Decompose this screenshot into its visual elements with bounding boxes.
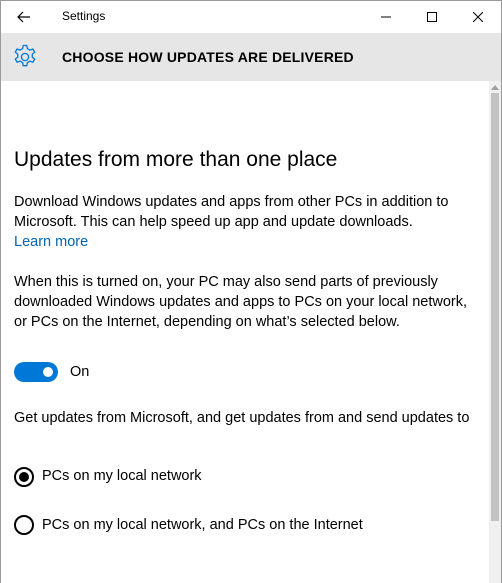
toggle-description: When this is turned on, your PC may also…: [14, 274, 467, 330]
page-title: CHOOSE HOW UPDATES ARE DELIVERED: [62, 49, 354, 65]
back-button[interactable]: [7, 3, 41, 31]
radio-local-network[interactable]: [14, 467, 34, 487]
scroll-thumb[interactable]: [491, 93, 499, 521]
content-pane: Updates from more than one place Downloa…: [1, 81, 489, 583]
toggle-state-label: On: [70, 364, 90, 380]
learn-more-link[interactable]: Learn more: [14, 234, 88, 250]
section-title: Updates from more than one place: [14, 148, 338, 171]
settings-window: Settings CHOOSE HOW UPDATES ARE DELIVERE…: [0, 0, 502, 583]
options-heading: Get updates from Microsoft, and get upda…: [14, 410, 470, 426]
radio-selected-dot: [19, 472, 29, 482]
minimize-button[interactable]: [363, 1, 409, 33]
radio-label-local-and-internet[interactable]: PCs on my local network, and PCs on the …: [42, 517, 363, 533]
back-arrow-icon: [17, 11, 30, 23]
scroll-up-button[interactable]: [489, 81, 501, 93]
close-button[interactable]: [455, 1, 501, 33]
window-title: Settings: [62, 9, 106, 23]
scroll-up-arrow-icon: [491, 84, 499, 90]
maximize-icon: [427, 12, 437, 22]
radio-local-and-internet[interactable]: [14, 515, 34, 535]
close-icon: [473, 12, 483, 22]
delivery-optimization-toggle[interactable]: [14, 362, 58, 382]
description-text: Download Windows updates and apps from o…: [14, 192, 474, 252]
minimize-icon: [381, 16, 391, 18]
toggle-knob: [43, 367, 53, 377]
radio-label-local-network[interactable]: PCs on my local network: [42, 468, 202, 484]
vertical-scrollbar[interactable]: [489, 81, 501, 583]
maximize-button[interactable]: [409, 1, 455, 33]
page-header: CHOOSE HOW UPDATES ARE DELIVERED: [1, 33, 501, 81]
gear-icon: [14, 44, 36, 67]
description-body: Download Windows updates and apps from o…: [14, 194, 449, 230]
title-bar: Settings: [1, 1, 501, 33]
